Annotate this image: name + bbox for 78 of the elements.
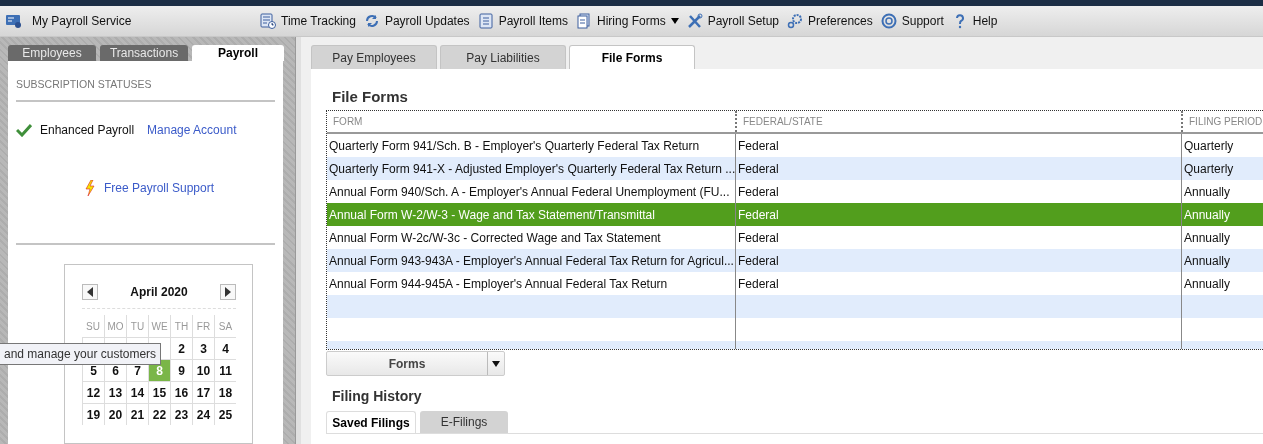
previous-month-button[interactable] bbox=[82, 283, 98, 300]
toolbar-button[interactable]: Payroll Items bbox=[477, 7, 568, 35]
column-header[interactable]: FEDERAL/STATE bbox=[735, 111, 1181, 132]
refresh-icon bbox=[363, 13, 380, 29]
weekday-label: SU bbox=[85, 319, 101, 334]
table-cell-text: Annual Form W-2/W-3 - Wage and Tax Statement/Transmittal bbox=[328, 206, 656, 224]
weekday-label: SA bbox=[214, 315, 236, 337]
calendar-day[interactable]: 20 bbox=[104, 403, 126, 425]
weekday-label: TU bbox=[126, 315, 148, 337]
tooltip: and manage your customers bbox=[0, 343, 162, 365]
month-title: April 2020 bbox=[130, 284, 188, 299]
calendar-day[interactable]: 19 bbox=[82, 403, 104, 425]
toolbar-button[interactable]: Help bbox=[951, 7, 998, 35]
table-cell-text: Annual Form 940/Sch. A - Employer's Annual Federal Unemployment (FU... bbox=[328, 183, 731, 201]
calendar-day[interactable]: 13 bbox=[104, 381, 126, 403]
weekday-label: WE bbox=[148, 315, 170, 337]
tab[interactable]: File Forms bbox=[569, 45, 695, 69]
calendar-day[interactable]: 3 bbox=[192, 337, 214, 359]
calendar-day[interactable]: 4 bbox=[214, 337, 236, 359]
forms-button[interactable]: Forms bbox=[326, 351, 505, 376]
table-cell-text: Annual Form W-2c/W-3c - Corrected Wage and Tax Statement bbox=[328, 229, 662, 247]
right-triangle-icon bbox=[225, 286, 231, 297]
calendar-day[interactable]: 23 bbox=[170, 403, 192, 425]
id-card-icon bbox=[5, 13, 23, 29]
next-month-button[interactable] bbox=[220, 283, 236, 300]
calendar-day[interactable]: 25 bbox=[214, 403, 236, 425]
document-icon bbox=[576, 13, 592, 29]
tab[interactable]: Pay Liabilities bbox=[440, 45, 566, 69]
left-triangle-icon bbox=[87, 286, 93, 297]
toolbar-button[interactable]: Time Tracking bbox=[260, 7, 356, 35]
section-title: SUBSCRIPTION STATUSES bbox=[16, 77, 153, 92]
toolbar-button[interactable]: Preferences bbox=[787, 7, 873, 35]
support-link[interactable]: Free Payroll Support bbox=[104, 181, 215, 195]
weekday-label: FR bbox=[192, 315, 214, 337]
table-cell-text: Quarterly Form 941/Sch. B - Employer's Quarterly Federal Tax Return bbox=[328, 137, 701, 155]
table-cell-text: Annual Form 943-943A - Employer's Annual Federal Tax Return for Agricul... bbox=[328, 252, 735, 270]
sidebar-tab[interactable]: Payroll bbox=[192, 45, 284, 61]
calendar-day[interactable]: 9 bbox=[170, 359, 192, 381]
payroll-service-button[interactable]: My Payroll Service bbox=[0, 6, 250, 36]
toolbar-button[interactable]: Support bbox=[880, 7, 944, 35]
calendar-day[interactable]: 22 bbox=[148, 403, 170, 425]
calendar-day[interactable]: 17 bbox=[192, 381, 214, 403]
calendar-day[interactable]: 18 bbox=[214, 381, 236, 403]
tab[interactable]: Pay Employees bbox=[311, 45, 437, 69]
manage-account-link[interactable]: Manage Account bbox=[147, 123, 237, 137]
table-row[interactable]: Quarterly Form 941-X - Adjusted Employer's Quarterly Federal Tax Return ... Federal Quarterly bbox=[327, 157, 1263, 180]
lifebuoy-icon bbox=[880, 13, 897, 29]
calendar-day[interactable]: 11 bbox=[214, 359, 236, 381]
toolbar-button[interactable]: Hiring Forms bbox=[576, 7, 679, 35]
toolbar-button[interactable]: Payroll Setup bbox=[686, 7, 780, 35]
toolbar-button[interactable]: Payroll Updates bbox=[363, 7, 470, 35]
section-title: Filing History bbox=[332, 388, 423, 406]
list-icon bbox=[477, 13, 494, 29]
calendar-day[interactable]: 15 bbox=[148, 381, 170, 403]
caret-icon bbox=[492, 360, 500, 367]
calendar-day[interactable]: 2 bbox=[170, 337, 192, 359]
weekday-label: MO bbox=[104, 315, 126, 337]
calendar-day[interactable]: 24 bbox=[192, 403, 214, 425]
sidebar-tab[interactable]: Employees bbox=[8, 45, 96, 61]
subscription-name: Enhanced Payroll bbox=[40, 123, 135, 137]
sidebar-tab[interactable]: Transactions bbox=[100, 45, 188, 61]
column-header[interactable]: FILING PERIOD bbox=[1181, 111, 1263, 132]
section-title: File Forms bbox=[332, 88, 409, 106]
tab[interactable]: E-Filings bbox=[420, 411, 508, 433]
calendar-day[interactable]: 14 bbox=[126, 381, 148, 403]
table-cell-text: Annual Form 944-945A - Employer's Annual Federal Tax Return bbox=[328, 275, 669, 293]
column-header[interactable]: FORM bbox=[327, 111, 735, 132]
calendar-day[interactable]: 21 bbox=[126, 403, 148, 425]
calendar-day[interactable]: 10 bbox=[192, 359, 214, 381]
calendar-day[interactable]: 16 bbox=[170, 381, 192, 403]
tools-icon bbox=[686, 13, 703, 29]
lightning-icon bbox=[85, 180, 95, 196]
table-cell-text: Quarterly Form 941-X - Adjusted Employer's Quarterly Federal Tax Return ... bbox=[328, 160, 735, 178]
weekday-label: TH bbox=[170, 315, 192, 337]
tab[interactable]: Saved Filings bbox=[326, 411, 416, 433]
table-row[interactable]: Annual Form 943-943A - Employer's Annual Federal Tax Return for Agricul... Federal Annually bbox=[327, 249, 1263, 272]
calendar-clock-icon bbox=[260, 13, 276, 29]
calendar-day[interactable]: 12 bbox=[82, 381, 104, 403]
